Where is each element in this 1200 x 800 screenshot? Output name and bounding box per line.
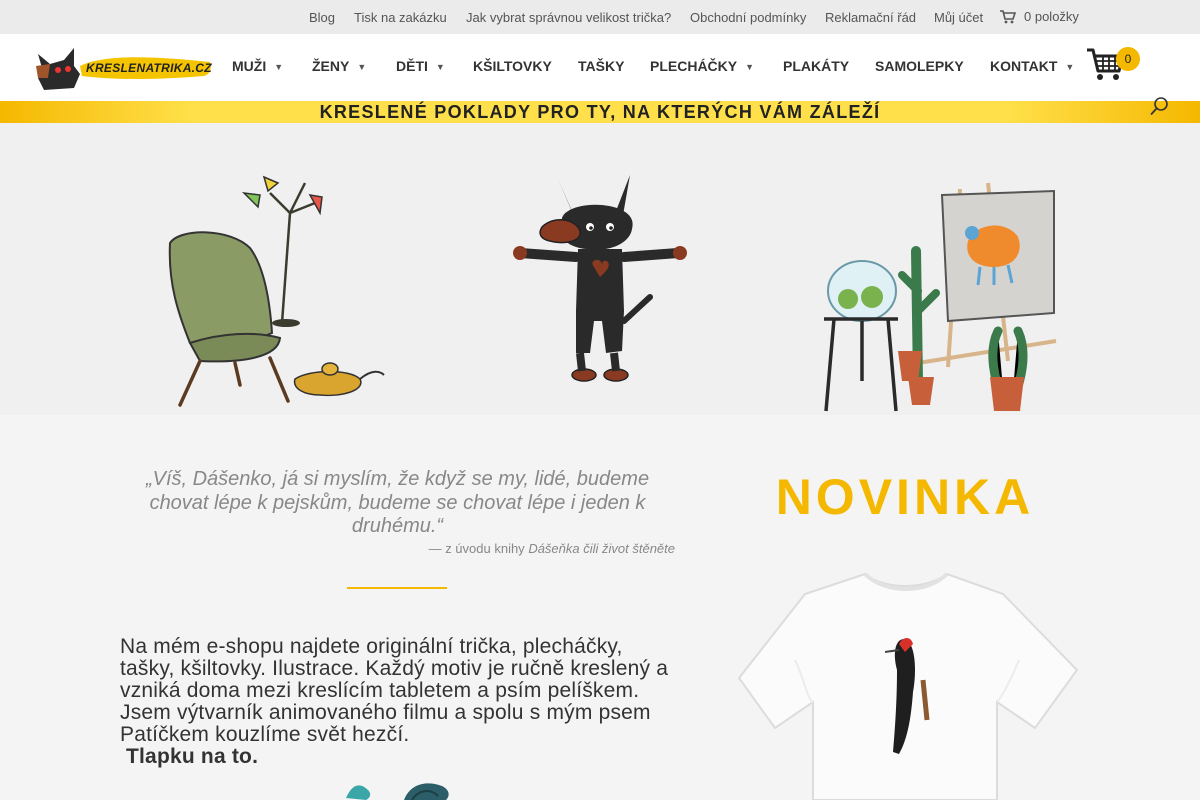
armchair-illustration (168, 175, 385, 407)
nav-label: PLECHÁČKY (650, 58, 738, 74)
topbar-link-terms[interactable]: Obchodní podmínky (690, 10, 806, 25)
topbar-cart-label: 0 položky (1024, 9, 1079, 24)
topbar-link-complaints[interactable]: Reklamační řád (825, 10, 916, 25)
topbar-link-account[interactable]: Můj účet (934, 10, 983, 25)
nav-label: DĚTI (396, 58, 428, 74)
main-header: KRESLENATRIKA.CZ MUŽI ▼ ŽENY ▼ DĚTI ▼ KŠ… (0, 34, 1200, 101)
slogan-banner: KRESLENÉ POKLADY PRO TY, NA KTERÝCH VÁM … (0, 101, 1200, 123)
dog-quote: „Víš, Dášenko, já si myslím, že když se … (145, 468, 650, 537)
chevron-down-icon: ▼ (435, 62, 445, 72)
section-divider (347, 587, 447, 589)
nav-label: KONTAKT (990, 58, 1058, 74)
nav-label: TAŠKY (578, 58, 625, 74)
nav-label: KŠILTOVKY (473, 58, 552, 74)
search-icon[interactable] (1150, 96, 1170, 116)
logo-text: KRESLENATRIKA.CZ (86, 61, 212, 75)
chevron-down-icon: ▼ (357, 62, 367, 72)
nav-label: MUŽI (232, 58, 267, 74)
site-logo[interactable]: KRESLENATRIKA.CZ (34, 44, 214, 90)
nav-item-deti[interactable]: DĚTI ▼ (396, 58, 445, 74)
nav-item-zeny[interactable]: ŽENY ▼ (312, 58, 366, 74)
chevron-down-icon: ▼ (1065, 62, 1075, 72)
topbar-link-custom-print[interactable]: Tisk na zakázku (354, 10, 447, 25)
hero-illustrations (0, 123, 1200, 415)
nav-item-plechacky[interactable]: PLECHÁČKY ▼ (650, 58, 754, 74)
cart-count-badge[interactable]: 0 (1116, 47, 1140, 71)
nav-item-muzi[interactable]: MUŽI ▼ (232, 58, 283, 74)
nav-label: SAMOLEPKY (875, 58, 964, 74)
new-product-tshirt[interactable] (735, 560, 1080, 800)
nav-item-ksiltovky[interactable]: KŠILTOVKY (473, 58, 552, 74)
nav-label: PLAKÁTY (783, 58, 850, 74)
topbar-cart[interactable]: 0 položky (1000, 9, 1079, 24)
nav-item-tasky[interactable]: TAŠKY (578, 58, 624, 74)
chevron-down-icon: ▼ (274, 62, 284, 72)
shop-intro: Na mém e-shopu najdete originální trička… (120, 636, 675, 768)
nav-item-plakaty[interactable]: PLAKÁTY (783, 58, 849, 74)
intro-text: Na mém e-shopu najdete originální trička… (120, 635, 669, 746)
nav-item-kontakt[interactable]: KONTAKT ▼ (990, 58, 1074, 74)
cart-icon (1000, 9, 1016, 23)
nav-label: ŽENY (312, 58, 350, 74)
new-product-heading: NOVINKA (775, 469, 1035, 525)
quote-source-title: Dášeňka čili život štěněte (528, 541, 675, 556)
nav-item-samolepky[interactable]: SAMOLEPKY (875, 58, 964, 74)
banner-text: KRESLENÉ POKLADY PRO TY, NA KTERÝCH VÁM … (319, 102, 881, 122)
chevron-down-icon: ▼ (745, 62, 755, 72)
easel-illustration (824, 182, 1057, 412)
top-bar: Blog Tisk na zakázku Jak vybrat správnou… (0, 0, 1200, 34)
dog-illustration (513, 175, 687, 382)
quote-source: — z úvodu knihy Dášeňka čili život štěně… (120, 541, 675, 556)
topbar-link-blog[interactable]: Blog (309, 10, 335, 25)
intro-cta: Tlapku na to. (126, 745, 259, 768)
fish-illustration (346, 783, 449, 800)
topbar-link-size-guide[interactable]: Jak vybrat správnou velikost trička? (466, 10, 671, 25)
quote-source-prefix: — z úvodu knihy (428, 541, 525, 556)
